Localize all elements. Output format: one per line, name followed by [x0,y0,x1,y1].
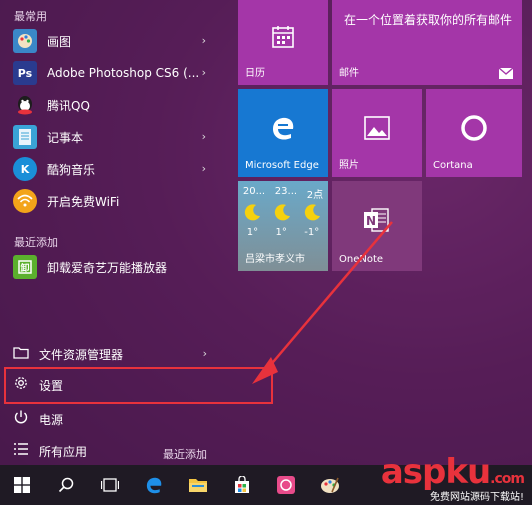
moon-icon [304,204,320,221]
taskbar-edge[interactable] [132,465,176,505]
store-icon [235,476,249,493]
power-label: 电源 [39,412,64,427]
frequent-title: 最常用 [14,10,47,23]
taskbar-app-pink[interactable] [264,465,308,505]
tile-label: 日历 [245,68,265,79]
moon-icon [274,204,290,221]
folder-icon [13,345,29,363]
app-item-qq[interactable]: 腾讯QQ [0,89,220,121]
app-label: 酷狗音乐 [47,162,96,177]
tile-label: Cortana [433,160,473,171]
recent-title: 最近添加 [14,236,58,249]
app-label: 画图 [47,34,72,49]
qq-icon [13,93,37,117]
chevron-right-icon[interactable]: › [202,162,206,175]
tile-calendar[interactable]: 日历 [238,0,328,85]
tile-weather[interactable]: 20... 23... 2点 1° 1° -1° 吕梁市孝义市 [238,181,328,271]
mail-tile-text: 在一个位置着获取你的所有邮件 [343,13,512,27]
watermark-main: aspku [380,452,491,492]
app-item-paint[interactable]: 画图 › [0,25,220,57]
app-item-wifi[interactable]: 开启免费WiFi [0,185,220,217]
mail-icon [498,67,514,79]
weather-times: 20... 23... 2点 [238,186,328,201]
watermark: aspku.com 免费网站源码下载站! [380,452,525,503]
tile-photos[interactable]: 照片 [332,89,422,177]
wifi-icon [13,189,37,213]
tile-microsoft-edge[interactable]: Microsoft Edge [238,89,328,177]
app-label: 记事本 [47,130,84,145]
tile-label: 邮件 [339,68,359,79]
tile-cortana[interactable]: Cortana [426,89,522,177]
app-label: 卸载爱奇艺万能播放器 [47,260,168,275]
app-label: 开启免费WiFi [47,194,120,209]
power-item[interactable]: 电源 [0,404,225,434]
iqiyi-icon: 卸 [13,255,37,279]
edge-icon [146,477,162,494]
watermark-logo: aspku.com [380,452,525,492]
weather-icons [238,203,328,221]
settings-highlight-box [4,367,273,404]
tile-label: Microsoft Edge [245,160,319,171]
paint-icon [321,477,339,493]
task-view-button[interactable] [88,465,132,505]
app-item-iqiyi[interactable]: 卸 卸载爱奇艺万能播放器 [0,251,220,283]
list-icon [13,443,29,459]
start-button[interactable] [0,465,44,505]
photoshop-icon: Ps [13,61,37,85]
weather-temp: -1° [304,227,320,238]
moon-icon [244,204,260,221]
svg-text:卸: 卸 [20,262,29,274]
onenote-icon: N [360,205,394,235]
tile-onenote[interactable]: N OneNote [332,181,422,271]
weather-time: 20... [242,186,266,197]
weather-time: 2点 [306,190,324,201]
all-apps-label: 所有应用 [39,444,88,459]
cortana-icon [456,113,492,143]
search-button[interactable] [44,465,88,505]
calendar-icon [268,22,298,52]
recent-added-badge: 最近添加 [163,448,207,461]
app-icon [277,476,295,494]
app-label: 腾讯QQ [47,98,90,113]
taskbar-store[interactable] [220,465,264,505]
app-item-notepad[interactable]: 记事本 › [0,121,220,153]
edge-icon [268,113,298,143]
search-icon [58,477,74,493]
weather-temp: 1° [246,227,259,238]
weather-temp: 1° [275,227,287,238]
app-item-photoshop[interactable]: Ps Adobe Photoshop CS6 (... › [0,57,220,89]
tile-label: OneNote [339,254,384,265]
power-icon [13,409,29,429]
weather-time: 23... [274,186,298,197]
weather-temps: 1° 1° -1° [238,227,328,238]
taskbar-file-explorer[interactable] [176,465,220,505]
paint-icon [13,29,37,53]
chevron-right-icon[interactable]: › [202,130,206,143]
svg-text:N: N [366,214,376,228]
app-item-kugou[interactable]: K 酷狗音乐 › [0,153,220,185]
task-view-icon [101,478,119,492]
kugou-icon: K [13,157,37,181]
taskbar-paint[interactable] [308,465,352,505]
windows-icon [14,477,30,493]
photos-icon [362,113,392,143]
file-explorer-item[interactable]: 文件资源管理器 › [0,339,225,369]
app-label: Adobe Photoshop CS6 (... [47,66,200,80]
chevron-right-icon[interactable]: › [202,34,206,47]
file-explorer-label: 文件资源管理器 [39,347,124,362]
watermark-suffix: .com [490,471,525,487]
chevron-right-icon[interactable]: › [203,347,207,360]
chevron-right-icon[interactable]: › [202,66,206,79]
folder-icon [189,479,207,492]
tile-mail[interactable]: 在一个位置着获取你的所有邮件 邮件 [332,0,522,85]
notepad-icon [13,125,37,149]
tile-label: 吕梁市孝义市 [245,254,305,265]
tile-label: 照片 [339,160,359,171]
